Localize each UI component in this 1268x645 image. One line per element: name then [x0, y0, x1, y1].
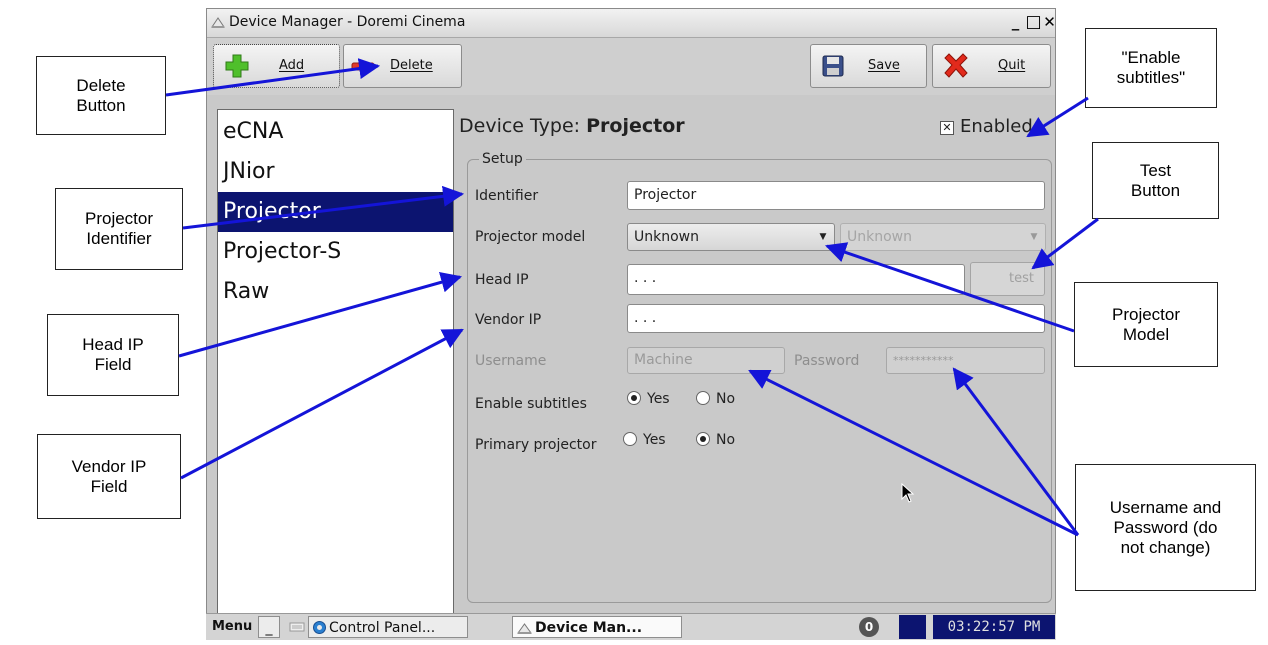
add-button[interactable]: Add [213, 44, 340, 88]
password-label: Password [794, 353, 860, 369]
callout-projector-model: Projector Model [1074, 282, 1218, 367]
projector-model-secondary-value: Unknown [847, 229, 912, 245]
head-ip-label: Head IP [475, 272, 529, 288]
device-list-item[interactable]: JNior [218, 152, 453, 192]
device-list-item[interactable]: Raw [218, 272, 453, 312]
callout-head-ip-field: Head IP Field [47, 314, 179, 396]
minus-icon [351, 62, 375, 71]
device-list-item[interactable]: eCNA [218, 112, 453, 152]
app-icon [517, 623, 532, 634]
maximize-button[interactable]: □ [1025, 14, 1042, 31]
callout-vendor-ip-field: Vendor IP Field [37, 434, 181, 519]
device-manager-window: Device Manager - Doremi Cinema _ □ ✕ Add… [206, 8, 1056, 639]
callout-projector-identifier: Projector Identifier [55, 188, 183, 270]
radio-label: No [716, 432, 736, 448]
callout-test-button: Test Button [1092, 142, 1219, 219]
save-button[interactable]: Save [810, 44, 927, 88]
save-label: Save [868, 58, 900, 73]
device-type-label: Device Type: [459, 115, 587, 137]
callout-username-password: Username and Password (do not change) [1075, 464, 1256, 591]
toolbar: Add Delete Save Quit [207, 38, 1055, 95]
primary-projector-no-radio[interactable]: No [696, 432, 735, 448]
vendor-ip-input[interactable]: . . . [627, 304, 1045, 333]
chevron-down-icon: ▼ [1030, 232, 1038, 242]
radio-selected-icon [627, 391, 641, 405]
username-input: Machine [627, 347, 785, 374]
add-label: Add [279, 58, 305, 73]
enable-subtitles-yes-radio[interactable]: Yes [627, 391, 670, 407]
taskbar-control-panel[interactable]: Control Panel... [308, 616, 468, 638]
show-desktop-button[interactable]: _ [258, 616, 280, 638]
delete-button[interactable]: Delete [343, 44, 462, 88]
gear-icon [313, 621, 326, 634]
minimize-button[interactable]: _ [1007, 14, 1024, 31]
projector-model-select[interactable]: Unknown ▼ [627, 223, 835, 251]
taskbar-control-panel-label: Control Panel... [329, 620, 436, 636]
title-bar[interactable]: Device Manager - Doremi Cinema _ □ ✕ [207, 9, 1055, 38]
radio-unselected-icon [696, 391, 710, 405]
projector-model-value: Unknown [634, 229, 699, 245]
primary-projector-yes-radio[interactable]: Yes [623, 432, 666, 448]
taskbar: Menu _ Control Panel... Device Man... 0 … [206, 613, 1056, 640]
chevron-down-icon: ▼ [819, 232, 827, 242]
setup-legend: Setup [479, 151, 526, 167]
callout-delete-button: Delete Button [36, 56, 166, 135]
tray-indicator [899, 615, 926, 639]
device-list-item[interactable]: Projector-S [218, 232, 453, 272]
head-ip-input[interactable]: . . . [627, 264, 965, 295]
password-input: *********** [886, 347, 1045, 374]
callout-enable-subtitles: "Enable subtitles" [1085, 28, 1217, 108]
radio-label: Yes [647, 391, 670, 407]
radio-label: No [716, 391, 736, 407]
red-x-icon [944, 53, 968, 78]
checkbox-checked-icon: ✕ [940, 121, 954, 135]
floppy-disk-icon [822, 55, 844, 77]
quit-button[interactable]: Quit [932, 44, 1051, 88]
device-list[interactable]: eCNA JNior Projector Projector-S Raw [217, 109, 454, 629]
taskbar-device-manager-label: Device Man... [535, 620, 643, 636]
mouse-cursor-icon [901, 483, 915, 503]
enable-subtitles-label: Enable subtitles [475, 396, 587, 412]
close-button[interactable]: ✕ [1041, 14, 1055, 31]
identifier-input[interactable]: Projector [627, 181, 1045, 210]
enabled-label: Enabled [960, 116, 1033, 137]
device-list-item-selected[interactable]: Projector [218, 192, 453, 232]
radio-selected-icon [696, 432, 710, 446]
radio-label: Yes [643, 432, 666, 448]
plus-icon [225, 54, 249, 78]
radio-unselected-icon [623, 432, 637, 446]
enable-subtitles-no-radio[interactable]: No [696, 391, 735, 407]
keyboard-icon[interactable] [289, 616, 305, 638]
taskbar-device-manager[interactable]: Device Man... [512, 616, 682, 638]
identifier-label: Identifier [475, 188, 539, 204]
delete-label: Delete [390, 58, 433, 73]
username-label: Username [475, 353, 547, 369]
app-icon [211, 17, 225, 28]
enabled-checkbox[interactable]: ✕ Enabled [940, 116, 1033, 137]
test-button[interactable]: test [970, 262, 1045, 296]
notification-badge[interactable]: 0 [859, 617, 879, 637]
device-type-value: Projector [586, 115, 685, 137]
clock: 03:22:57 PM [933, 615, 1055, 639]
vendor-ip-label: Vendor IP [475, 312, 542, 328]
primary-projector-label: Primary projector [475, 437, 597, 453]
projector-model-secondary-select: Unknown ▼ [840, 223, 1046, 251]
menu-button[interactable]: Menu [212, 616, 252, 638]
quit-label: Quit [998, 58, 1026, 73]
window-title: Device Manager - Doremi Cinema [229, 14, 466, 30]
projector-model-label: Projector model [475, 229, 586, 245]
device-type-heading: Device Type: Projector [459, 115, 685, 137]
